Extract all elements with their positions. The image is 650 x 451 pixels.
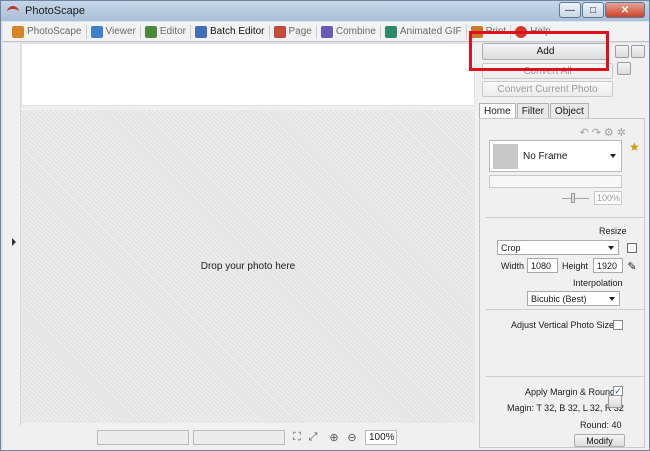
divider (486, 217, 644, 218)
zoom-in-icon[interactable]: ⊕ (327, 431, 341, 444)
height-label: Height (562, 261, 589, 271)
frame-select[interactable]: No Frame (489, 140, 622, 172)
frame-percent[interactable]: 100% (594, 191, 622, 205)
home-panel: ↶ ↷ ⚙ ✲ No Frame ★ 100% Resize Crop Widt… (479, 118, 645, 448)
remove-icon[interactable] (615, 45, 629, 58)
editor-icon (144, 25, 157, 38)
zoom-level: 100% (365, 430, 397, 445)
chevron-down-icon (609, 297, 615, 301)
close-button[interactable]: ✕ (605, 2, 645, 18)
height-field[interactable]: 1920 (593, 258, 623, 273)
collapse-panel-strip[interactable] (3, 43, 21, 433)
apply-margin-label: Apply Margin & Round (525, 387, 616, 397)
viewer-icon (90, 25, 103, 38)
minimize-button[interactable]: — (559, 2, 581, 18)
tab-batch-editor[interactable]: Batch Editor (192, 23, 267, 41)
tab-label: Combine (335, 26, 376, 37)
resize-mode-value: Crop (501, 242, 521, 253)
tool-row: ↶ ↷ ⚙ ✲ (579, 126, 626, 139)
animated-gif-icon (384, 25, 397, 38)
tab-object[interactable]: Object (549, 103, 589, 118)
tab-label: Page (288, 26, 312, 37)
tab-viewer[interactable]: Viewer (88, 23, 139, 41)
frame-label: No Frame (523, 151, 568, 162)
adjust-vertical-label: Adjust Vertical Photo Size (511, 320, 615, 330)
batch-editor-icon (195, 25, 208, 38)
tab-label: Viewer (105, 26, 136, 37)
tab-photoscape[interactable]: PhotoScape (9, 23, 85, 41)
drop-area[interactable]: Drop your photo here (21, 110, 475, 423)
tab-label: Animated GIF (399, 26, 462, 37)
tab-label: Editor (159, 26, 187, 37)
convert-current-photo-button[interactable]: Convert Current Photo (482, 81, 613, 97)
photoscape-logo-icon (7, 6, 19, 16)
photo-list-strip[interactable] (21, 43, 475, 106)
adjust-vertical-checkbox[interactable] (613, 320, 623, 330)
drop-hint: Drop your photo here (200, 261, 296, 272)
frame-slider-thumb[interactable] (571, 193, 575, 203)
tools-icon[interactable]: ⚙ (604, 126, 614, 139)
batch-editor-content: Drop your photo here ⛶ ⤢ ⊕ ⊖ 100% Add Co… (3, 43, 649, 450)
tab-label: PhotoScape (27, 26, 82, 37)
right-panel: Add Convert All Convert Current Photo Ho… (477, 43, 649, 450)
frame-thumbnail (493, 144, 518, 169)
margin-detail: Magin: T 32, B 32, L 32, R 32 (507, 403, 624, 413)
tab-animated-gif[interactable]: Animated GIF (382, 23, 465, 41)
tab-page[interactable]: Page (271, 23, 315, 41)
divider (486, 309, 644, 310)
window-title: PhotoScape (25, 5, 85, 17)
interpolation-select[interactable]: Bicubic (Best) (527, 291, 620, 306)
expand-arrow-icon[interactable] (12, 238, 16, 246)
photoscape-icon (12, 25, 24, 38)
side-tab-bar: Home Filter Object (479, 103, 590, 119)
pen-icon[interactable]: ✎ (627, 261, 637, 273)
clear-icon[interactable] (631, 45, 645, 58)
zoom-out-icon[interactable]: ⊖ (345, 431, 359, 444)
maximize-button[interactable]: □ (582, 2, 604, 18)
margin-options-button[interactable] (608, 395, 622, 408)
resize-options-icon[interactable] (627, 243, 637, 253)
modify-button[interactable]: Modify (574, 434, 625, 447)
fit-screen-icon[interactable]: ⛶ (290, 431, 304, 444)
round-value: Round: 40 (580, 420, 622, 430)
save-settings-icon[interactable] (617, 62, 631, 75)
tab-filter[interactable]: Filter (516, 103, 549, 118)
width-field[interactable]: 1080 (527, 258, 558, 273)
width-label: Width (501, 261, 525, 271)
chevron-down-icon (608, 246, 614, 250)
interpolation-value: Bicubic (Best) (531, 293, 587, 304)
resize-mode-select[interactable]: Crop (497, 240, 619, 255)
resize-label: Resize (599, 226, 627, 236)
chevron-down-icon (610, 154, 616, 158)
tab-label: Batch Editor (210, 26, 265, 37)
actual-size-icon[interactable]: ⤢ (306, 431, 320, 444)
favorite-star-icon[interactable]: ★ (629, 140, 640, 154)
redo-icon[interactable]: ↷ (592, 126, 601, 139)
combine-icon (320, 25, 333, 38)
title-bar: PhotoScape — □ ✕ (1, 1, 649, 21)
photoscape-window: PhotoScape — □ ✕ PhotoScape Viewer Edito… (0, 0, 650, 451)
tab-editor[interactable]: Editor (142, 23, 189, 41)
undo-icon[interactable]: ↶ (579, 126, 588, 139)
frame-slider-track[interactable] (562, 198, 589, 199)
highlight-box (469, 31, 609, 71)
frame-option-field[interactable] (489, 175, 622, 188)
status-field-1 (97, 430, 189, 445)
tab-combine[interactable]: Combine (318, 23, 379, 41)
status-field-2 (193, 430, 285, 445)
tab-home[interactable]: Home (479, 103, 516, 119)
divider (486, 376, 644, 377)
window-controls: — □ ✕ (559, 2, 645, 18)
interpolation-label: Interpolation (573, 278, 623, 288)
filter-icon[interactable]: ✲ (617, 126, 626, 139)
page-icon (273, 25, 286, 38)
